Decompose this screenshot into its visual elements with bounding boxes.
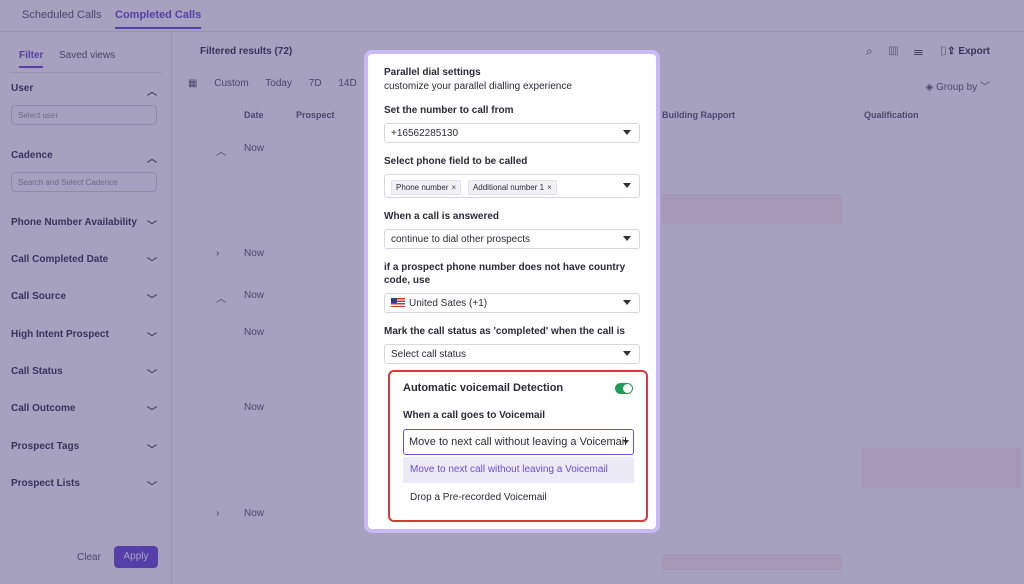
answered-action-select[interactable]: continue to dial other prospects: [384, 229, 640, 249]
caret-down-icon: [623, 351, 631, 356]
voicemail-detection-toggle[interactable]: [615, 383, 633, 394]
answered-action-value: continue to dial other prospects: [391, 234, 530, 245]
phone-field-label: Select phone field to be called: [384, 156, 528, 167]
answered-label: When a call is answered: [384, 211, 500, 222]
us-flag-icon: [391, 298, 405, 307]
call-status-label: Mark the call status as 'completed' when…: [384, 326, 625, 337]
modal-subtitle: customize your parallel dialling experie…: [384, 81, 572, 92]
caret-down-icon: [623, 183, 631, 188]
call-status-placeholder: Select call status: [391, 349, 467, 360]
caret-down-icon: [623, 236, 631, 241]
number-label: Set the number to call from: [384, 105, 514, 116]
country-code-label: if a prospect phone number does not have…: [384, 262, 626, 286]
voicemail-action-select[interactable]: Move to next call without leaving a Voic…: [403, 429, 634, 455]
call-from-number-value: +16562285130: [391, 128, 459, 139]
country-code-value: United Sates (+1): [409, 298, 488, 309]
remove-chip-icon[interactable]: ×: [547, 183, 552, 192]
call-from-number-select[interactable]: +16562285130: [384, 123, 640, 143]
chip-label: Additional number 1: [472, 183, 545, 192]
toggle-knob: [623, 384, 632, 393]
voicemail-action-label: When a call goes to Voicemail: [403, 410, 546, 421]
voicemail-detection-section: Automatic voicemail Detection When a cal…: [388, 370, 648, 522]
remove-chip-icon[interactable]: ×: [451, 183, 456, 192]
call-status-select[interactable]: Select call status: [384, 344, 640, 364]
caret-down-icon: [623, 440, 629, 444]
voicemail-action-value: Move to next call without leaving a Voic…: [409, 436, 627, 448]
chip-phone-number: Phone number ×: [391, 180, 462, 195]
voicemail-detection-title: Automatic voicemail Detection: [403, 382, 564, 394]
parallel-dial-settings-modal: Parallel dial settings customize your pa…: [364, 50, 660, 533]
modal-title: Parallel dial settings: [384, 67, 481, 78]
caret-down-icon: [623, 130, 631, 135]
voicemail-option-skip[interactable]: Move to next call without leaving a Voic…: [403, 457, 634, 483]
voicemail-option-drop[interactable]: Drop a Pre-recorded Voicemail: [403, 485, 634, 511]
chip-label: Phone number: [396, 183, 449, 192]
phone-field-select[interactable]: Phone number × Additional number 1 ×: [384, 174, 640, 198]
caret-down-icon: [623, 300, 631, 305]
country-code-select[interactable]: United Sates (+1): [384, 293, 640, 313]
chip-additional-number: Additional number 1 ×: [467, 180, 557, 195]
